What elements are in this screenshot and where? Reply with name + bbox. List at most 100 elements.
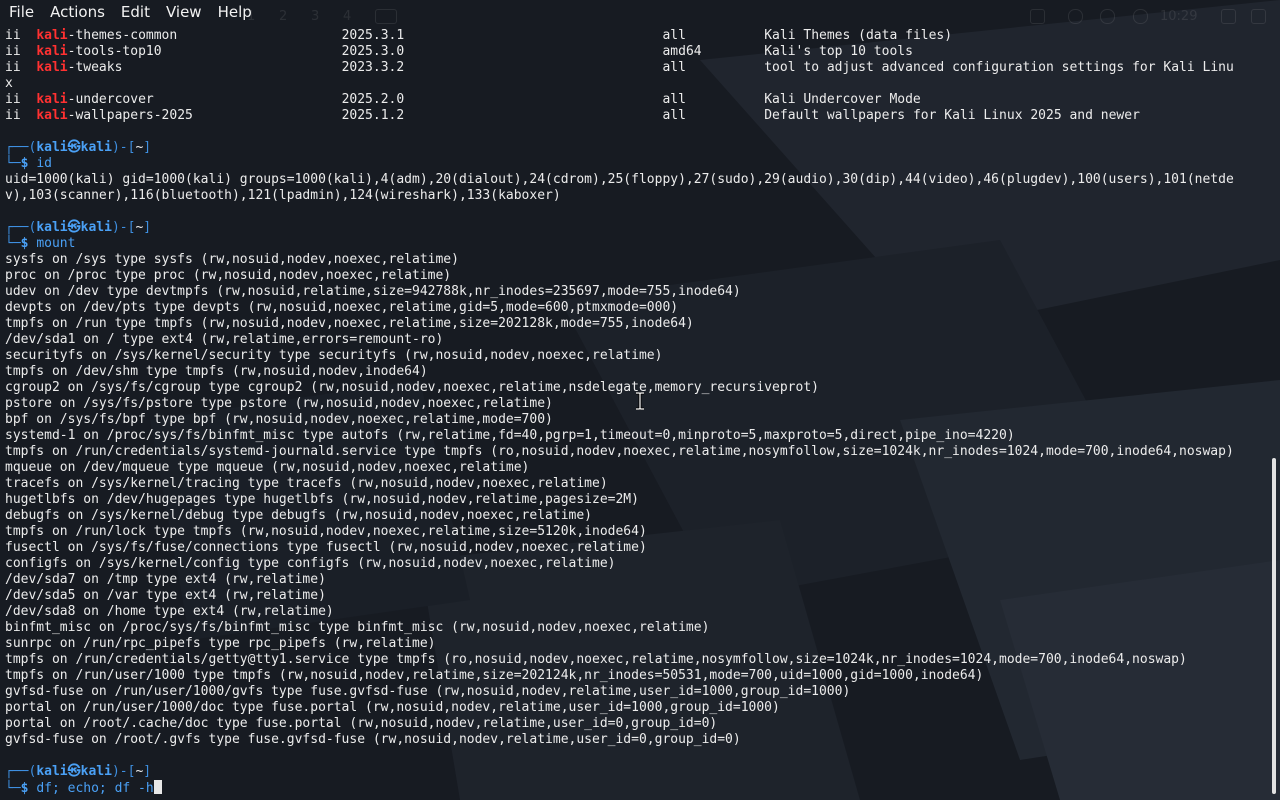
menu-file[interactable]: File — [0, 0, 42, 24]
package-description: Default wallpapers for Kali Linux 2025 a… — [764, 108, 1140, 123]
output-text: sunrpc on /run/rpc_pipefs type rpc_pipef… — [5, 636, 436, 651]
package-status: ii — [5, 108, 21, 123]
prompt-box-sep: )-[ — [111, 140, 136, 155]
package-arch: all — [662, 60, 765, 75]
prompt-user: kali — [36, 220, 68, 235]
id-output-line: uid=1000(kali) gid=1000(kali) groups=100… — [5, 172, 1267, 188]
command-text: df; echo; df -h — [36, 781, 154, 796]
output-text: portal on /run/user/1000/doc type fuse.p… — [5, 700, 780, 715]
command-text: id — [36, 156, 52, 171]
mount-output-line: tmpfs on /run type tmpfs (rw,nosuid,node… — [5, 316, 1267, 332]
package-name-highlight: kali — [36, 44, 68, 59]
prompt-at-symbol: ㉿ — [67, 140, 81, 155]
menu-view[interactable]: View — [158, 0, 210, 24]
output-text: mqueue on /dev/mqueue type mqueue (rw,no… — [5, 460, 530, 475]
output-text: v),103(scanner),116(bluetooth),121(lpadm… — [5, 188, 561, 203]
package-row: ii kali-tweaks 2023.3.2 all tool to adju… — [5, 60, 1267, 76]
output-text: tmpfs on /dev/shm type tmpfs (rw,nosuid,… — [5, 364, 428, 379]
prompt-box-close: ] — [143, 220, 152, 235]
prompt-box-corner: ┌──( — [5, 764, 37, 779]
prompt-host: kali — [80, 140, 112, 155]
prompt-box-bottom: └─ — [5, 781, 21, 796]
output-text: debugfs on /sys/kernel/debug type debugf… — [5, 508, 592, 523]
mount-output-line: tmpfs on /dev/shm type tmpfs (rw,nosuid,… — [5, 364, 1267, 380]
mount-output-line: tracefs on /sys/kernel/tracing type trac… — [5, 476, 1267, 492]
prompt-box-bottom: └─ — [5, 236, 21, 251]
mount-output-line: tmpfs on /run/credentials/systemd-journa… — [5, 444, 1267, 460]
prompt-input-line: └─$ mount — [5, 236, 1267, 252]
package-arch: all — [662, 108, 765, 123]
package-status: ii — [5, 28, 21, 43]
mount-output-line: tmpfs on /run/credentials/getty@tty1.ser… — [5, 652, 1267, 668]
package-arch: all — [662, 28, 765, 43]
wrapped-text: x — [5, 76, 1267, 92]
package-description: Kali Undercover Mode — [764, 92, 921, 107]
prompt-box-close: ] — [143, 140, 152, 155]
output-text: configfs on /sys/kernel/config type conf… — [5, 556, 616, 571]
package-arch: amd64 — [662, 44, 765, 59]
mount-output-line: sysfs on /sys type sysfs (rw,nosuid,node… — [5, 252, 1267, 268]
mount-output-line: udev on /dev type devtmpfs (rw,nosuid,re… — [5, 284, 1267, 300]
package-name: -wallpapers-2025 — [67, 108, 193, 123]
package-name-highlight: kali — [36, 60, 68, 75]
scrollbar[interactable] — [1272, 458, 1276, 794]
output-text: tmpfs on /run/credentials/getty@tty1.ser… — [5, 652, 1187, 667]
package-version: 2023.3.2 — [341, 60, 663, 75]
mount-output-line: devpts on /dev/pts type devpts (rw,nosui… — [5, 300, 1267, 316]
output-text: gvfsd-fuse on /root/.gvfs type fuse.gvfs… — [5, 732, 741, 747]
package-name: -themes-common — [67, 28, 178, 43]
package-name: -undercover — [67, 92, 154, 107]
prompt-user: kali — [36, 140, 68, 155]
package-status: ii — [5, 92, 21, 107]
output-text: tmpfs on /run/user/1000 type tmpfs (rw,n… — [5, 668, 984, 683]
prompt-symbol: $ — [20, 781, 29, 796]
wrapped-tail: x — [5, 76, 13, 91]
mount-output-line: gvfsd-fuse on /run/user/1000/gvfs type f… — [5, 684, 1267, 700]
mount-output-line: binfmt_misc on /proc/sys/fs/binfmt_misc … — [5, 620, 1267, 636]
mount-output-line: mqueue on /dev/mqueue type mqueue (rw,no… — [5, 460, 1267, 476]
package-name: -tools-top10 — [67, 44, 162, 59]
output-text: portal on /root/.cache/doc type fuse.por… — [5, 716, 718, 731]
prompt-user: kali — [36, 764, 68, 779]
package-description: tool to adjust advanced configuration se… — [764, 60, 1234, 75]
package-name-highlight: kali — [36, 28, 68, 43]
mount-output-line: sunrpc on /run/rpc_pipefs type rpc_pipef… — [5, 636, 1267, 652]
prompt-box-corner: ┌──( — [5, 140, 37, 155]
prompt-host: kali — [80, 220, 112, 235]
mount-output-line: gvfsd-fuse on /root/.gvfs type fuse.gvfs… — [5, 732, 1267, 748]
package-name-highlight: kali — [36, 92, 68, 107]
menu-actions[interactable]: Actions — [42, 0, 113, 24]
terminal-output[interactable]: ii kali-themes-common 2025.3.1 all Kali … — [5, 28, 1267, 796]
mount-output-line: portal on /run/user/1000/doc type fuse.p… — [5, 700, 1267, 716]
mount-output-line: configfs on /sys/kernel/config type conf… — [5, 556, 1267, 572]
output-text: /dev/sda7 on /tmp type ext4 (rw,relatime… — [5, 572, 326, 587]
menu-edit[interactable]: Edit — [113, 0, 158, 24]
text-cursor-icon — [636, 392, 644, 410]
output-text: hugetlbfs on /dev/hugepages type hugetlb… — [5, 492, 639, 507]
mount-output-line: portal on /root/.cache/doc type fuse.por… — [5, 716, 1267, 732]
package-description: Kali's top 10 tools — [764, 44, 913, 59]
prompt-at-symbol: ㉿ — [67, 220, 81, 235]
prompt-header: ┌──(kali㉿kali)-[~] — [5, 764, 1267, 780]
output-text: binfmt_misc on /proc/sys/fs/binfmt_misc … — [5, 620, 710, 635]
output-text: cgroup2 on /sys/fs/cgroup type cgroup2 (… — [5, 380, 819, 395]
package-name-highlight: kali — [36, 108, 68, 123]
package-row: ii kali-themes-common 2025.3.1 all Kali … — [5, 28, 1267, 44]
prompt-host: kali — [80, 764, 112, 779]
mount-output-line: bpf on /sys/fs/bpf type bpf (rw,nosuid,n… — [5, 412, 1267, 428]
mount-output-line: debugfs on /sys/kernel/debug type debugf… — [5, 508, 1267, 524]
output-text: gvfsd-fuse on /run/user/1000/gvfs type f… — [5, 684, 851, 699]
package-version: 2025.3.1 — [341, 28, 663, 43]
mount-output-line: tmpfs on /run/lock type tmpfs (rw,nosuid… — [5, 524, 1267, 540]
menu-help[interactable]: Help — [210, 0, 260, 24]
package-description: Kali Themes (data files) — [764, 28, 953, 43]
mount-output-line: systemd-1 on /proc/sys/fs/binfmt_misc ty… — [5, 428, 1267, 444]
package-row: ii kali-undercover 2025.2.0 all Kali Und… — [5, 92, 1267, 108]
output-text: tracefs on /sys/kernel/tracing type trac… — [5, 476, 608, 491]
package-status: ii — [5, 44, 21, 59]
prompt-header: ┌──(kali㉿kali)-[~] — [5, 140, 1267, 156]
package-version: 2025.2.0 — [341, 92, 663, 107]
output-text: tmpfs on /run type tmpfs (rw,nosuid,node… — [5, 316, 694, 331]
